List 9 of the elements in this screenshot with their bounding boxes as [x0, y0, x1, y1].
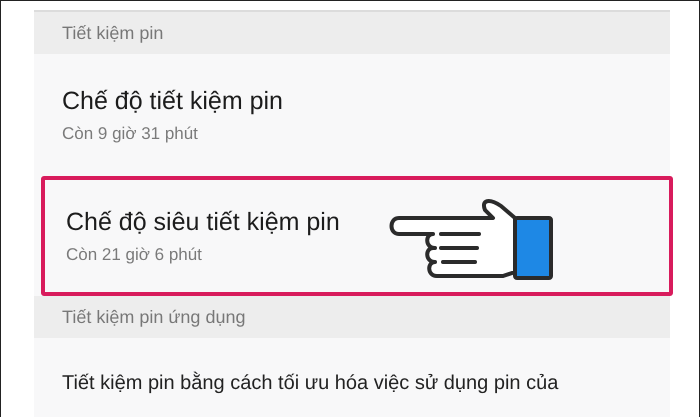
- setting-title: Chế độ siêu tiết kiệm pin: [66, 208, 341, 236]
- section-header: Tiết kiệm pin ứng dụng: [34, 296, 670, 338]
- setting-subtitle: Còn 9 giờ 31 phút: [62, 124, 199, 144]
- section-header: Tiết kiệm pin: [34, 12, 670, 54]
- setting-subtitle: Còn 21 giờ 6 phút: [66, 244, 203, 264]
- setting-title: Chế độ tiết kiệm pin: [62, 86, 284, 116]
- highlighted-setting-item[interactable]: Chế độ siêu tiết kiệm pin Còn 21 giờ 6 phút: [41, 176, 673, 296]
- setting-description: Tiết kiệm pin bằng cách tối ưu hóa việc sử dụng pin của: [62, 372, 558, 394]
- setting-item[interactable]: Chế độ tiết kiệm pin Còn 9 giờ 31 phút: [34, 54, 670, 176]
